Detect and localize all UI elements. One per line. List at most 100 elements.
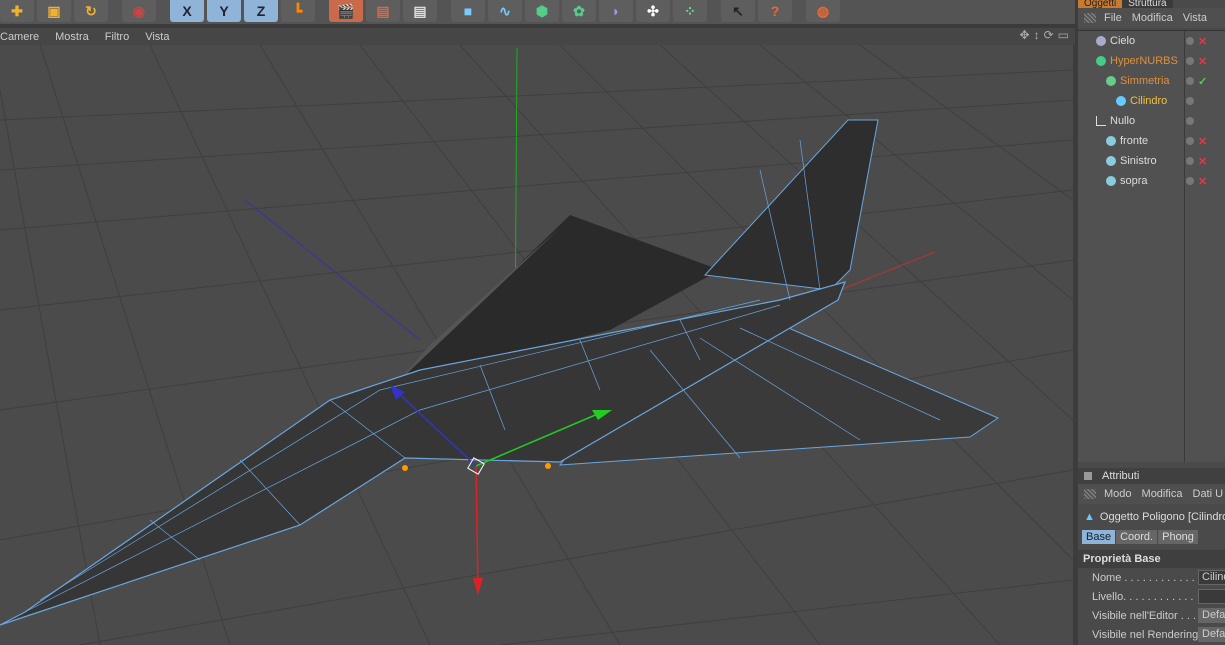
- plane-icon: [1106, 156, 1116, 166]
- visibility-dot[interactable]: [1186, 77, 1194, 85]
- property-label: Nome . . . . . . . . . . . .: [1092, 571, 1195, 584]
- property-field[interactable]: Default: [1198, 608, 1225, 623]
- disabled-icon[interactable]: ✕: [1198, 175, 1207, 188]
- orbit-icon[interactable]: ⟳: [1044, 28, 1054, 42]
- visibility-dot[interactable]: [1186, 157, 1194, 165]
- y-axis-button[interactable]: Y: [207, 0, 241, 22]
- attributes-title: Attributi: [1102, 470, 1140, 482]
- menu-camere[interactable]: Camere: [0, 31, 39, 43]
- object-row[interactable]: Sinistro ✕: [1078, 151, 1225, 171]
- section-title: Proprietà Base: [1078, 550, 1225, 568]
- maximize-icon[interactable]: ▭: [1058, 28, 1069, 42]
- disabled-icon[interactable]: ✕: [1198, 35, 1207, 48]
- object-row[interactable]: Cilindro: [1078, 91, 1225, 111]
- z-world-axis: [244, 199, 421, 341]
- null-icon: [1096, 116, 1106, 126]
- rotate-tool-button[interactable]: ↻: [74, 0, 108, 22]
- help-button[interactable]: ?: [758, 0, 792, 22]
- menu-modifica[interactable]: Modifica: [1132, 12, 1173, 24]
- property-row: Visibile nel RenderingDefault: [1078, 625, 1225, 644]
- object-list: Cielo ✕ HyperNURBS ✕ Simmetria ✓ Cilindro Nullo…: [1078, 30, 1225, 462]
- sky-icon: [1096, 36, 1106, 46]
- object-row[interactable]: Nullo: [1078, 111, 1225, 131]
- visibility-dot[interactable]: [1186, 177, 1194, 185]
- disabled-icon[interactable]: ✕: [1198, 135, 1207, 148]
- render-settings-button[interactable]: ▤: [403, 0, 437, 22]
- visibility-dot[interactable]: [1186, 117, 1194, 125]
- effector-button[interactable]: ⁘: [673, 0, 707, 22]
- web-button[interactable]: ◍: [806, 0, 840, 22]
- coord-system-button[interactable]: ┗: [281, 0, 315, 22]
- property-label: Visibile nel Rendering: [1092, 628, 1199, 641]
- pan-icon[interactable]: ✥: [1020, 28, 1030, 42]
- visibility-dot[interactable]: [1186, 137, 1194, 145]
- visibility-dot[interactable]: [1186, 37, 1194, 45]
- object-name: Simmetria: [1120, 75, 1170, 87]
- x-world-axis: [839, 251, 936, 291]
- menu-file[interactable]: File: [1104, 12, 1122, 24]
- render-view-button[interactable]: 🎬: [329, 0, 363, 22]
- object-row[interactable]: HyperNURBS ✕: [1078, 51, 1225, 71]
- zoom-icon[interactable]: ↕: [1034, 28, 1040, 42]
- object-name: Nullo: [1110, 115, 1136, 127]
- visibility-dot[interactable]: [1186, 57, 1194, 65]
- menu-vista[interactable]: Vista: [1183, 12, 1207, 24]
- tab-oggetti[interactable]: Oggetti: [1078, 0, 1123, 8]
- live-selection-button[interactable]: ◉: [122, 0, 156, 22]
- visibility-dot[interactable]: [1186, 97, 1194, 105]
- 3d-viewport[interactable]: [0, 45, 1073, 645]
- object-name: HyperNURBS: [1110, 55, 1178, 67]
- deformer-button[interactable]: ◗: [599, 0, 633, 22]
- tab-struttura[interactable]: Struttura: [1122, 0, 1173, 8]
- disabled-icon[interactable]: ✕: [1198, 155, 1207, 168]
- tab-phong[interactable]: Phong: [1158, 530, 1198, 544]
- object-row[interactable]: Cielo ✕: [1078, 31, 1225, 51]
- right-panel: Oggetti Struttura File Modifica Vista Ci…: [1078, 0, 1225, 645]
- nurbs-button[interactable]: ⬢: [525, 0, 559, 22]
- menu-filtro[interactable]: Filtro: [105, 31, 129, 43]
- property-row: Livello. . . . . . . . . . . .: [1078, 587, 1225, 606]
- menu-dati-utente[interactable]: Dati U: [1193, 488, 1224, 500]
- menu-modo[interactable]: Modo: [1104, 488, 1132, 500]
- cube-button[interactable]: ■: [451, 0, 485, 22]
- x-axis-button[interactable]: X: [170, 0, 204, 22]
- move-tool-button[interactable]: ✚: [0, 0, 34, 22]
- z-axis-button[interactable]: Z: [244, 0, 278, 22]
- object-name: sopra: [1120, 175, 1148, 187]
- polygon-icon: [1116, 96, 1126, 106]
- object-name: fronte: [1120, 135, 1149, 147]
- y-arrow-icon: [473, 578, 483, 595]
- property-field[interactable]: [1198, 589, 1225, 604]
- plane-icon: [1106, 136, 1116, 146]
- tab-coord[interactable]: Coord.: [1116, 530, 1158, 544]
- object-row[interactable]: Simmetria ✓: [1078, 71, 1225, 91]
- property-field[interactable]: Default: [1198, 627, 1225, 642]
- symmetry-icon: [1106, 76, 1116, 86]
- pointer-button[interactable]: ↖: [721, 0, 755, 22]
- object-name: Cielo: [1110, 35, 1136, 47]
- scale-tool-button[interactable]: ▣: [37, 0, 71, 22]
- panel-icon: [1084, 472, 1092, 480]
- spline-button[interactable]: ∿: [488, 0, 522, 22]
- y-handle: [475, 465, 479, 591]
- property-field[interactable]: Cilindro: [1198, 570, 1225, 585]
- disabled-icon[interactable]: ✕: [1198, 55, 1207, 68]
- polygon-object-icon: ▲: [1084, 511, 1095, 523]
- object-row[interactable]: sopra ✕: [1078, 171, 1225, 191]
- menu-modifica[interactable]: Modifica: [1142, 488, 1183, 500]
- array-button[interactable]: ✿: [562, 0, 596, 22]
- property-row: Visibile nell'Editor . . .Default: [1078, 606, 1225, 625]
- enabled-icon[interactable]: ✓: [1198, 75, 1207, 88]
- attributes-manager: Attributi Modo Modifica Dati U ▲ Oggetto…: [1078, 468, 1225, 645]
- menu-mostra[interactable]: Mostra: [55, 31, 89, 43]
- render-picture-button[interactable]: ▤: [366, 0, 400, 22]
- hypernurbs-icon: [1096, 56, 1106, 66]
- main-toolbar: ✚ ▣ ↻ ◉ X Y Z ┗ 🎬 ▤ ▤ ■ ∿ ⬢ ✿ ◗ ✣ ⁘ ↖ ? …: [0, 0, 1075, 26]
- attributes-menu: Modo Modifica Dati U: [1078, 484, 1225, 504]
- object-name: Sinistro: [1120, 155, 1157, 167]
- tab-base[interactable]: Base: [1082, 530, 1116, 544]
- scene-canvas: [0, 45, 1073, 645]
- object-row[interactable]: fronte ✕: [1078, 131, 1225, 151]
- menu-vista[interactable]: Vista: [145, 31, 169, 43]
- scene-button[interactable]: ✣: [636, 0, 670, 22]
